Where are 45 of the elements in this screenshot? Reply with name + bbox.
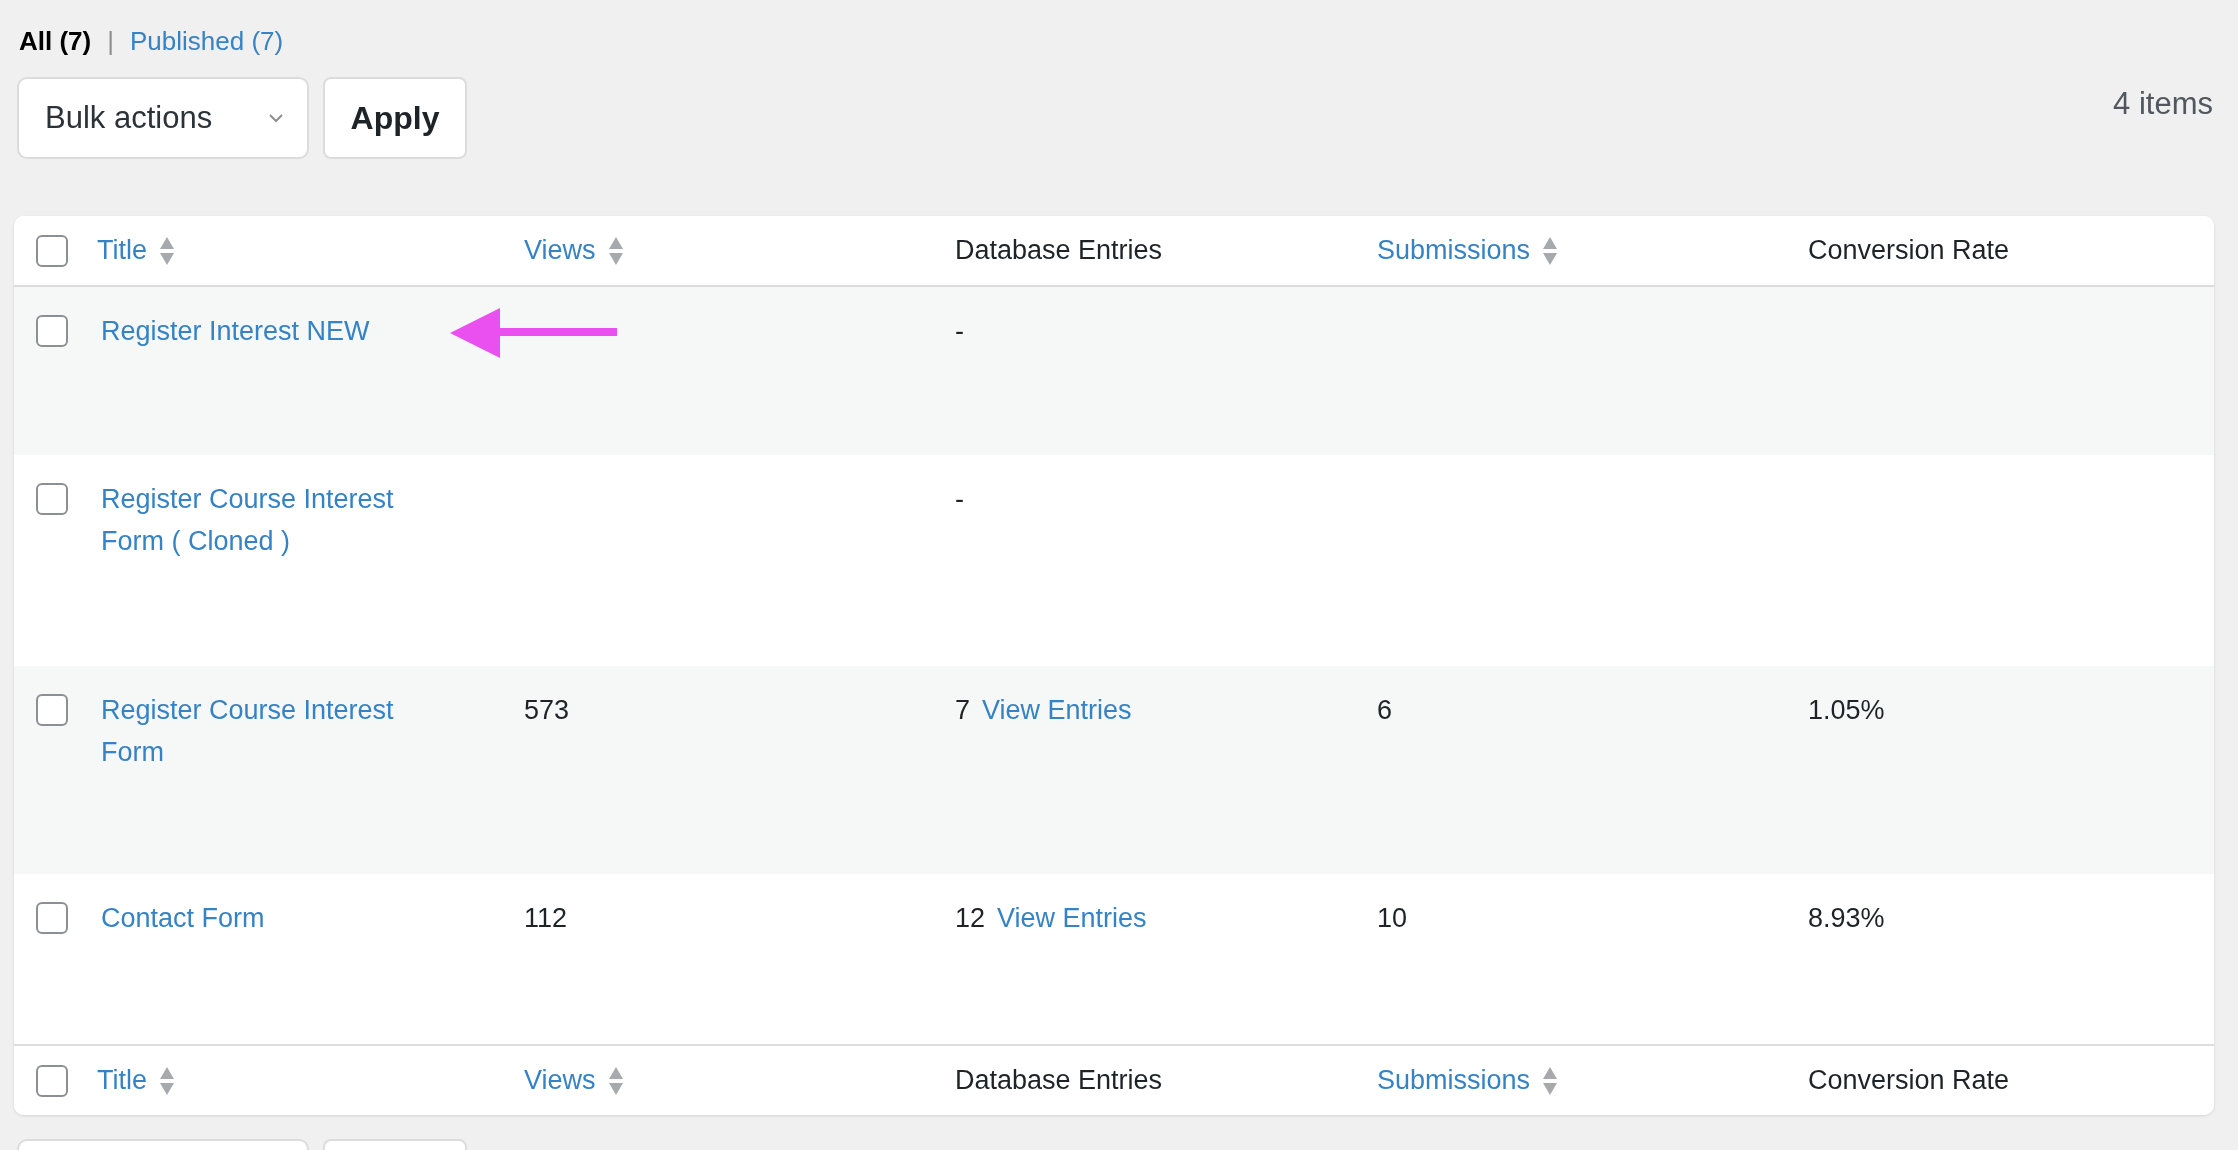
filter-link[interactable]: All (7) — [19, 21, 92, 61]
column-header: Conversion Rate — [1808, 234, 2010, 268]
conversion-rate: 1.05% — [1808, 695, 1885, 725]
entries-count: 7 — [955, 694, 971, 727]
submissions-count: 10 — [1377, 903, 1408, 933]
form-title-link[interactable]: Register Course Interest Form — [101, 689, 451, 773]
column-header: Database Entries — [955, 234, 1163, 268]
chevron-down-icon — [269, 113, 283, 123]
sort-icon — [159, 235, 175, 266]
column-header: Conversion Rate — [1808, 1064, 2010, 1098]
row-checkbox[interactable] — [36, 315, 68, 347]
column-sort-link[interactable]: Title — [97, 1060, 147, 1101]
select-all-checkbox[interactable] — [36, 1064, 68, 1097]
entries-count: - — [955, 483, 964, 516]
filter-separator: | — [107, 24, 114, 58]
views-count: 112 — [524, 903, 568, 933]
row-checkbox[interactable] — [36, 902, 68, 934]
item-count: 4 items — [2113, 85, 2213, 123]
entries-count: - — [955, 315, 964, 348]
views-count: 573 — [524, 695, 570, 725]
view-entries-link[interactable]: View Entries — [997, 897, 1147, 939]
column-sort-link[interactable]: Title — [97, 230, 147, 271]
sort-icon — [607, 235, 624, 266]
row-checkbox[interactable] — [36, 483, 68, 515]
form-title-link[interactable]: Register Course Interest Form ( Cloned ) — [101, 478, 451, 562]
sort-icon — [607, 1065, 624, 1096]
row-checkbox[interactable] — [36, 694, 68, 726]
column-header: Database Entries — [955, 1064, 1163, 1098]
bulk-actions-select[interactable]: Bulk actions — [17, 77, 309, 159]
form-title-link[interactable]: Register Interest NEW — [101, 310, 370, 352]
submissions-count: 6 — [1377, 695, 1393, 725]
filter-link[interactable]: Published (7) — [130, 21, 284, 61]
sort-icon — [159, 1065, 175, 1096]
conversion-rate: 8.93% — [1808, 903, 1885, 933]
apply-button[interactable]: Apply — [323, 77, 467, 159]
column-sort-link[interactable]: Views — [524, 230, 596, 271]
column-sort-link[interactable]: Submissions — [1377, 230, 1531, 271]
view-entries-link[interactable]: View Entries — [982, 689, 1132, 731]
select-all-checkbox[interactable] — [36, 234, 68, 267]
form-title-link[interactable]: Contact Form — [101, 897, 265, 939]
sort-icon — [1542, 235, 1559, 266]
column-sort-link[interactable]: Submissions — [1377, 1060, 1531, 1101]
column-sort-link[interactable]: Views — [524, 1060, 596, 1101]
sort-icon — [1542, 1065, 1559, 1096]
entries-count: 12 — [955, 902, 986, 935]
